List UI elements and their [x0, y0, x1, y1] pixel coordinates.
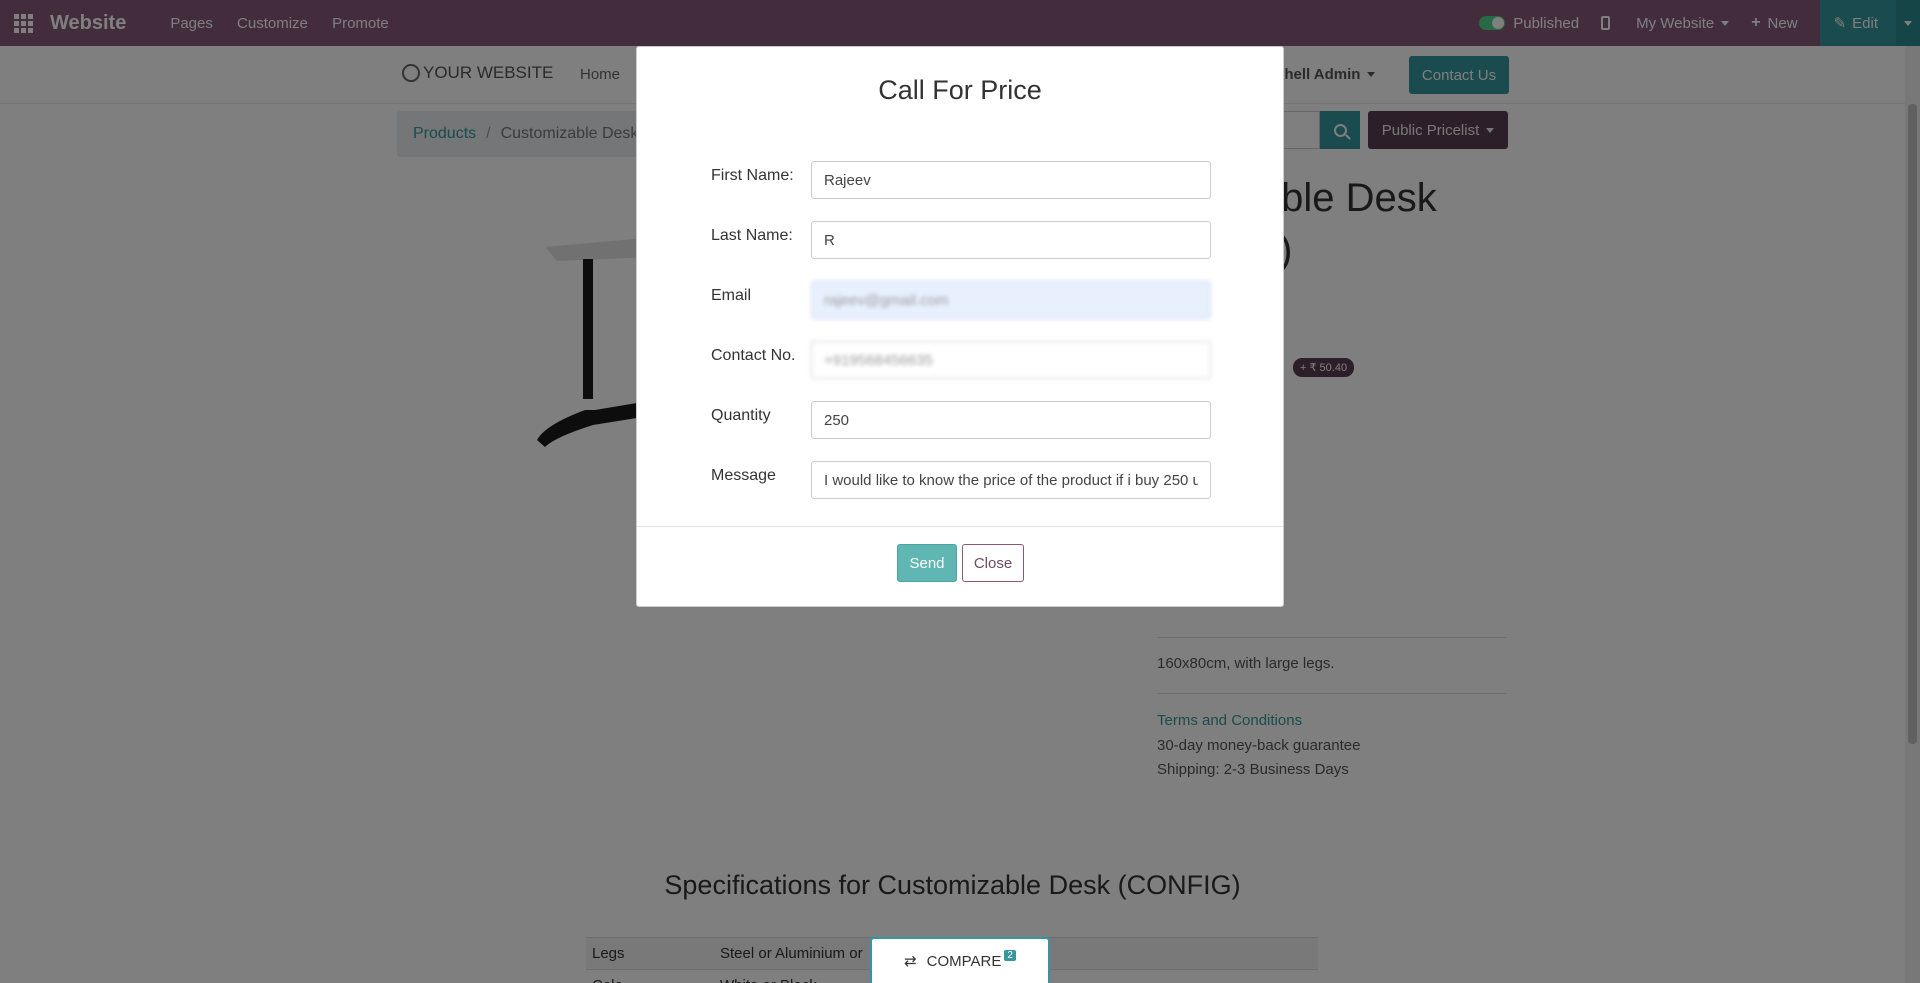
quantity-label: Quantity — [711, 407, 771, 424]
compare-label: COMPARE — [926, 952, 1002, 970]
modal-footer-divider — [637, 526, 1283, 527]
message-row: Message — [711, 461, 1231, 501]
first-name-label: First Name: — [711, 167, 794, 184]
quantity-input[interactable] — [811, 401, 1211, 439]
first-name-input[interactable] — [811, 161, 1211, 199]
email-row: Email — [711, 281, 1231, 321]
compare-count-badge: 2 — [1004, 949, 1016, 961]
compare-button[interactable]: ⇄ COMPARE 2 — [870, 937, 1050, 983]
exchange-icon: ⇄ — [904, 953, 917, 970]
message-label: Message — [711, 467, 776, 484]
modal-title: Call For Price — [878, 75, 1042, 105]
contact-label: Contact No. — [711, 347, 796, 364]
send-button[interactable]: Send — [897, 544, 957, 582]
contact-input[interactable] — [811, 341, 1211, 379]
last-name-row: Last Name: — [711, 221, 1231, 261]
close-button[interactable]: Close — [962, 544, 1024, 582]
first-name-row: First Name: — [711, 161, 1231, 201]
quantity-row: Quantity — [711, 401, 1231, 441]
email-input[interactable] — [811, 281, 1211, 319]
call-for-price-modal: Call For Price First Name: Last Name: Em… — [636, 46, 1284, 607]
last-name-input[interactable] — [811, 221, 1211, 259]
contact-row: Contact No. — [711, 341, 1231, 381]
email-label: Email — [711, 287, 752, 304]
message-input[interactable] — [811, 461, 1211, 499]
last-name-label: Last Name: — [711, 227, 793, 244]
